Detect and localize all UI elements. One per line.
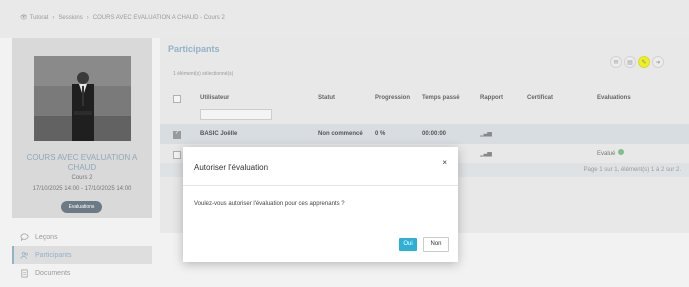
dialog-message: Voulez-vous autoriser l'évaluation pour … <box>194 201 345 207</box>
confirm-yes-button[interactable]: Oui <box>399 238 417 251</box>
confirm-no-button[interactable]: Non <box>423 237 449 252</box>
close-icon[interactable]: × <box>442 158 447 167</box>
divider <box>183 185 458 186</box>
authorize-evaluation-dialog: Autoriser l'évaluation × Voulez-vous aut… <box>183 147 458 262</box>
dialog-title: Autoriser l'évaluation <box>194 163 269 172</box>
